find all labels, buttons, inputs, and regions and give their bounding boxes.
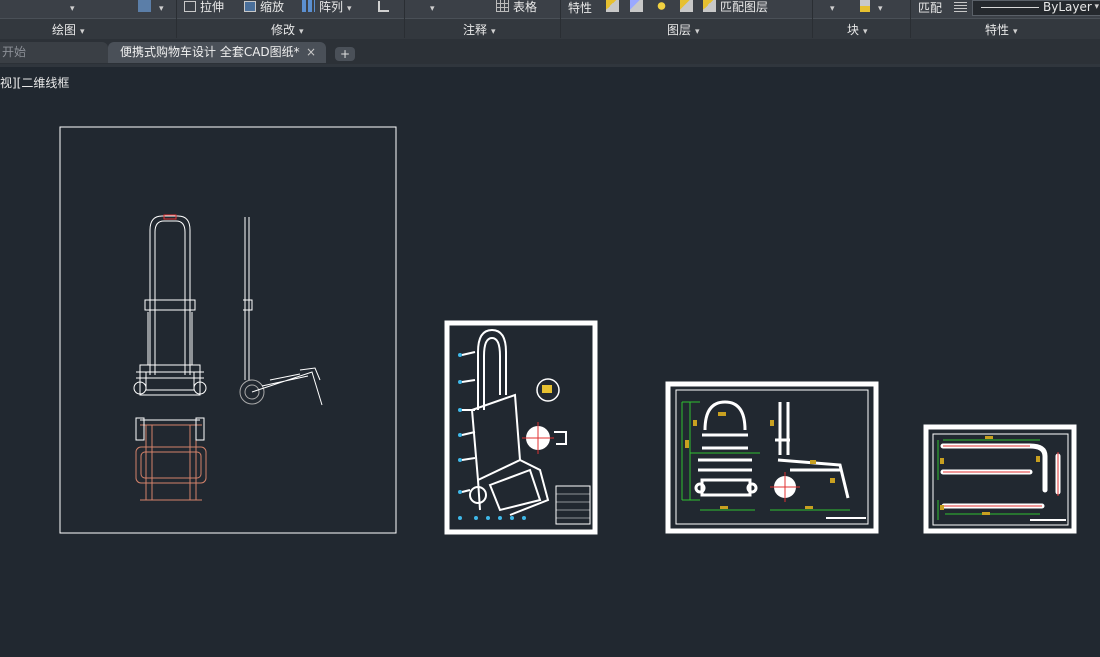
drawing-sheet-4 [923, 424, 1077, 534]
cart-front-view [133, 214, 207, 396]
drawing-sheet-3 [665, 381, 879, 534]
model-space-drawing [59, 126, 1077, 535]
drawing-sheet-2 [444, 320, 598, 535]
cart-side-view [239, 217, 323, 406]
drawing-frame-1 [59, 126, 397, 534]
